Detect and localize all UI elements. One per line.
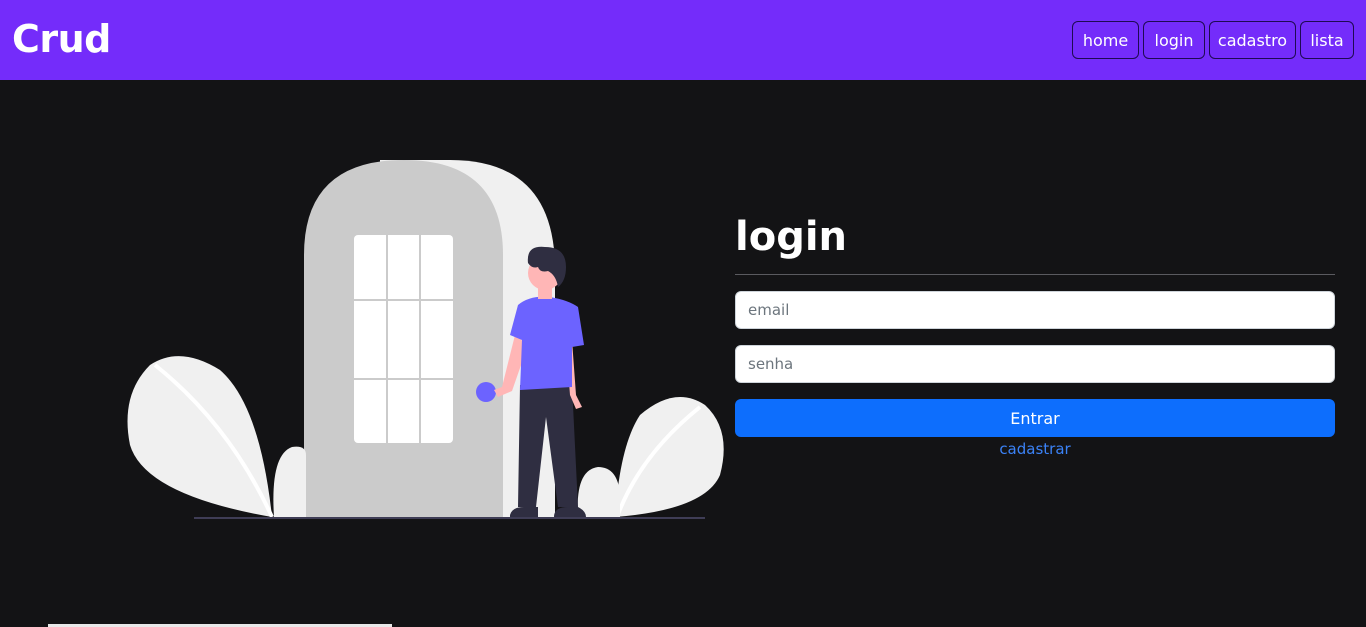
register-link[interactable]: cadastrar [735, 440, 1335, 460]
title-divider [735, 274, 1335, 275]
nav-cadastro-button[interactable]: cadastro [1209, 21, 1296, 59]
nav-home-button[interactable]: home [1072, 21, 1139, 59]
person-at-door-illustration [127, 160, 724, 519]
password-input[interactable] [735, 345, 1335, 383]
login-submit-button[interactable]: Entrar [735, 399, 1335, 437]
email-input[interactable] [735, 291, 1335, 329]
navbar: Crud home login cadastro lista [0, 0, 1366, 80]
nav-login-button[interactable]: login [1143, 21, 1205, 59]
page-title: login [735, 214, 848, 260]
nav-lista-button[interactable]: lista [1300, 21, 1354, 59]
brand-logo[interactable]: Crud [12, 14, 111, 64]
